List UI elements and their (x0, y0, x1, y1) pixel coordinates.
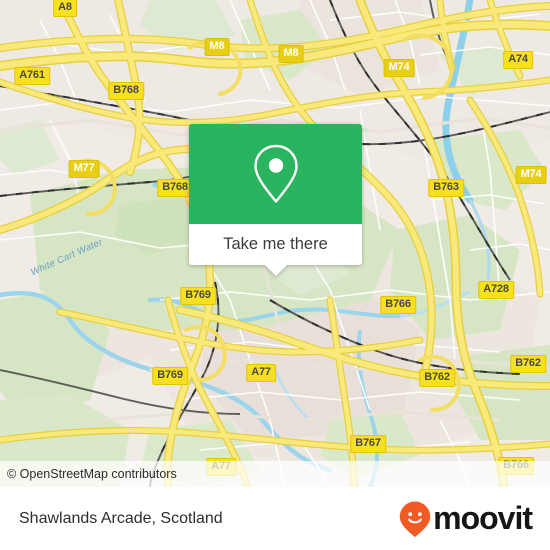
moovit-brand[interactable]: moovit (398, 500, 533, 538)
callout-header (189, 124, 362, 224)
place-title: Shawlands Arcade, Scotland (19, 509, 223, 527)
road-shield: M8 (278, 45, 304, 63)
road-shield: M74 (515, 166, 547, 184)
map-share-card: White Cart Water A8 M8 M8 M74 A74 A761 B768 M77… (0, 0, 550, 550)
location-callout-card[interactable]: Take me there (189, 124, 362, 276)
road-shield: B768 (108, 82, 144, 100)
road-shield: B762 (419, 369, 455, 387)
road-shield: B768 (157, 179, 193, 197)
osm-attribution-bar: © OpenStreetMap contributors (0, 461, 550, 487)
road-shield: B769 (152, 367, 188, 385)
road-shield: M8 (204, 38, 230, 56)
road-shield: A761 (14, 67, 50, 85)
road-shield: A728 (478, 281, 514, 299)
map-pin-icon (253, 144, 298, 203)
moovit-smiley-pin-icon (399, 501, 431, 537)
footer-bar: Shawlands Arcade, Scotland moovit (0, 487, 550, 550)
callout-tail (264, 265, 287, 276)
map-canvas[interactable]: White Cart Water A8 M8 M8 M74 A74 A761 B768 M77… (0, 0, 550, 487)
road-shield: M77 (68, 160, 100, 178)
road-shield: B769 (180, 287, 216, 305)
road-shield: B767 (350, 435, 386, 453)
take-me-there-label: Take me there (223, 235, 328, 253)
road-shield: M74 (383, 59, 415, 77)
road-shield: B763 (428, 179, 464, 197)
callout-action[interactable]: Take me there (189, 224, 362, 276)
osm-attribution-text[interactable]: © OpenStreetMap contributors (7, 467, 177, 481)
footer-watermark (0, 487, 550, 492)
moovit-wordmark: moovit (433, 500, 533, 536)
road-shield: B766 (380, 296, 416, 314)
road-shield: A74 (503, 51, 533, 69)
road-shield: A8 (53, 0, 77, 17)
road-shield: A77 (246, 364, 276, 382)
road-shield: B762 (510, 355, 546, 373)
